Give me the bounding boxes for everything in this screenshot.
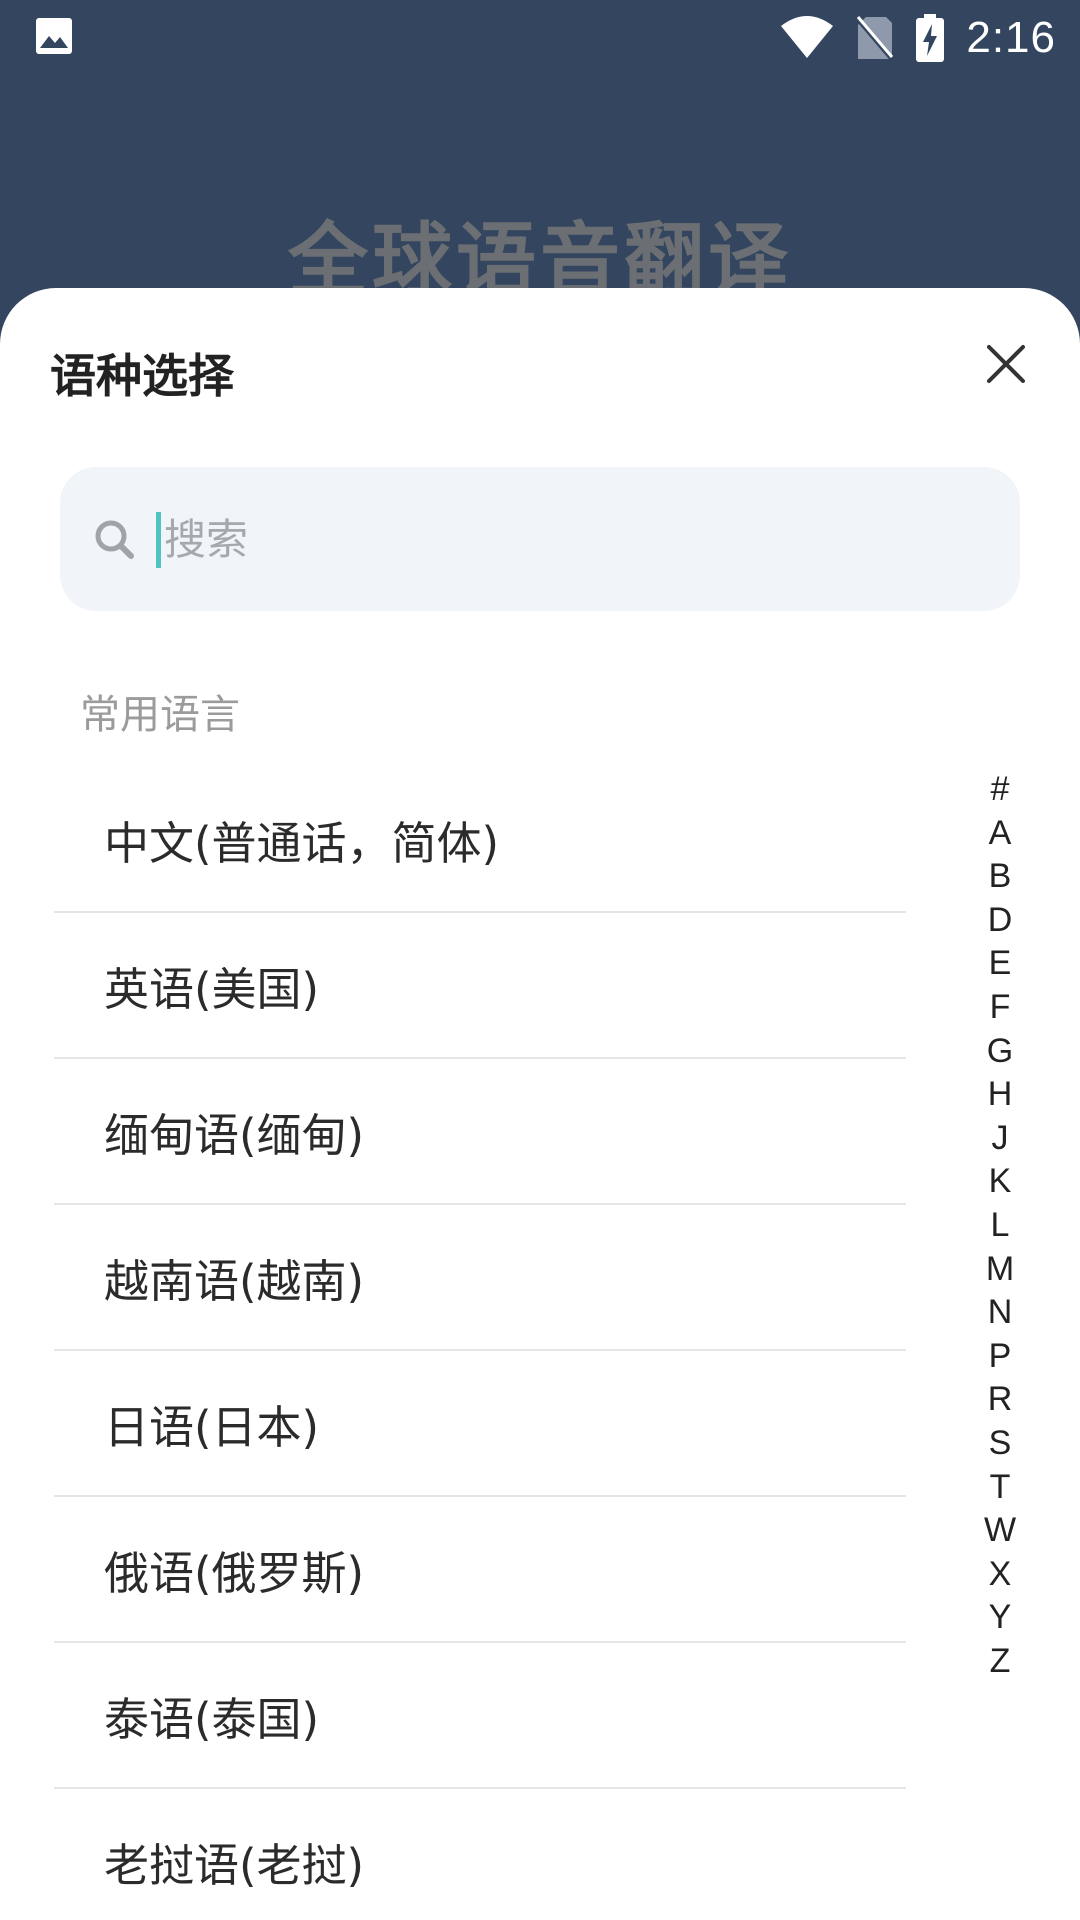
- status-bar: 2:16: [0, 0, 1080, 76]
- language-item[interactable]: 俄语(俄罗斯): [54, 1497, 906, 1643]
- close-button[interactable]: [975, 333, 1037, 395]
- index-letter[interactable]: P: [970, 1335, 1030, 1379]
- index-letter[interactable]: L: [970, 1204, 1030, 1248]
- index-letter[interactable]: A: [970, 812, 1030, 856]
- index-letter[interactable]: W: [970, 1509, 1030, 1553]
- language-item[interactable]: 泰语(泰国): [54, 1643, 906, 1789]
- index-letter[interactable]: K: [970, 1160, 1030, 1204]
- index-letter[interactable]: T: [970, 1466, 1030, 1510]
- gallery-icon: [36, 18, 72, 54]
- index-letter[interactable]: X: [970, 1553, 1030, 1597]
- index-letter[interactable]: G: [970, 1030, 1030, 1074]
- language-item[interactable]: 越南语(越南): [54, 1205, 906, 1351]
- language-item[interactable]: 缅甸语(缅甸): [54, 1059, 906, 1205]
- battery-charging-icon: [916, 14, 945, 62]
- index-letter[interactable]: H: [970, 1073, 1030, 1117]
- search-input[interactable]: [164, 501, 964, 577]
- language-list: 中文(普通话，简体) 英语(美国) 缅甸语(缅甸) 越南语(越南) 日语(日本) 俄语(俄…: [54, 767, 906, 1920]
- index-letter[interactable]: F: [970, 986, 1030, 1030]
- no-sim-icon: [856, 16, 895, 61]
- text-cursor: [156, 512, 161, 568]
- wifi-icon: [781, 16, 834, 58]
- index-letter[interactable]: N: [970, 1291, 1030, 1335]
- status-time: 2:16: [966, 13, 1056, 62]
- index-letter[interactable]: B: [970, 855, 1030, 899]
- index-letter[interactable]: S: [970, 1422, 1030, 1466]
- index-letter[interactable]: #: [970, 768, 1030, 812]
- language-item[interactable]: 中文(普通话，简体): [54, 767, 906, 913]
- index-letter[interactable]: Z: [970, 1640, 1030, 1684]
- language-item[interactable]: 英语(美国): [54, 913, 906, 1059]
- index-letter[interactable]: D: [970, 899, 1030, 943]
- section-header-common: 常用语言: [80, 692, 240, 738]
- language-item[interactable]: 老挝语(老挝): [54, 1789, 906, 1920]
- index-letter[interactable]: R: [970, 1378, 1030, 1422]
- search-box[interactable]: [60, 467, 1020, 611]
- search-icon: [95, 520, 134, 559]
- index-letter[interactable]: Y: [970, 1596, 1030, 1640]
- index-letter[interactable]: M: [970, 1248, 1030, 1292]
- close-icon: [987, 345, 1025, 383]
- language-selection-sheet: 语种选择 常用语言 中文(普通话，简体)英语(美国)缅甸语(缅甸)越南语(越南)…: [0, 288, 1080, 1920]
- index-letter[interactable]: J: [970, 1117, 1030, 1161]
- alphabet-index-bar[interactable]: # A B D E F G H J K L M N P R S T W X Y Z: [970, 768, 1030, 1683]
- sheet-title: 语种选择: [50, 349, 234, 403]
- index-letter[interactable]: E: [970, 942, 1030, 986]
- language-item[interactable]: 日语(日本): [54, 1351, 906, 1497]
